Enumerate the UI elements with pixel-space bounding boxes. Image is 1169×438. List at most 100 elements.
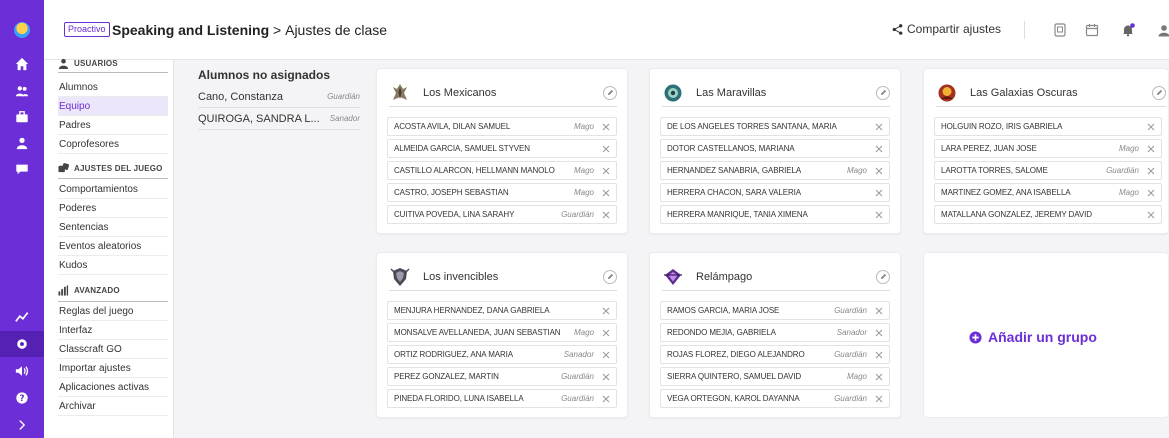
sidebar-item-coprofesores[interactable]: Coprofesores bbox=[58, 135, 168, 154]
group-member-row[interactable]: PEREZ GONZALEZ, MARTIN Guardián bbox=[387, 367, 617, 386]
sidebar-item-poderes[interactable]: Poderes bbox=[58, 199, 168, 218]
sidebar-item-aplicaciones-activas[interactable]: Aplicaciones activas bbox=[58, 378, 168, 397]
group-member-row[interactable]: DE LOS ANGELES TORRES SANTANA, MARIA bbox=[660, 117, 890, 136]
logo-icon[interactable] bbox=[0, 17, 44, 43]
random-event-icon[interactable] bbox=[1052, 22, 1068, 38]
notifications-icon[interactable] bbox=[1120, 22, 1136, 38]
shop-icon[interactable] bbox=[0, 104, 44, 130]
group-name[interactable]: Las Galaxias Oscuras bbox=[970, 87, 1152, 99]
group-name[interactable]: Relámpago bbox=[696, 271, 876, 283]
remove-member-icon[interactable] bbox=[1147, 145, 1155, 153]
group-member-row[interactable]: HERNANDEZ SANABRIA, GABRIELA Mago bbox=[660, 161, 890, 180]
edit-group-button[interactable] bbox=[603, 85, 617, 100]
sidebar-item-kudos[interactable]: Kudos bbox=[58, 256, 168, 275]
edit-group-button[interactable] bbox=[603, 269, 617, 284]
profile-icon[interactable] bbox=[0, 130, 44, 156]
group-member-row[interactable]: RAMOS GARCIA, MARIA JOSE Guardián bbox=[660, 301, 890, 320]
group-member-row[interactable]: CASTRO, JOSEPH SEBASTIAN Mago bbox=[387, 183, 617, 202]
chat-icon[interactable] bbox=[0, 156, 44, 182]
group-member-row[interactable]: MARTINEZ GOMEZ, ANA ISABELLA Mago bbox=[934, 183, 1162, 202]
unassigned-student-row[interactable]: QUIROGA, SANDRA L... Sanador bbox=[198, 108, 360, 130]
sidebar-item-padres[interactable]: Padres bbox=[58, 116, 168, 135]
remove-member-icon[interactable] bbox=[875, 395, 883, 403]
sound-icon[interactable] bbox=[0, 358, 44, 384]
sidebar-item-eventos-aleatorios[interactable]: Eventos aleatorios bbox=[58, 237, 168, 256]
expand-icon[interactable] bbox=[0, 412, 44, 438]
group-member-row[interactable]: CASTILLO ALARCON, HELLMANN MANOLO Mago bbox=[387, 161, 617, 180]
group-member-row[interactable]: REDONDO MEJIA, GABRIELA Sanador bbox=[660, 323, 890, 342]
calendar-icon[interactable] bbox=[1084, 22, 1100, 38]
add-group-button[interactable]: Añadir un grupo bbox=[969, 329, 1097, 345]
help-icon[interactable]: ? bbox=[0, 385, 44, 411]
group-member-row[interactable]: ACOSTA AVILA, DILAN SAMUEL Mago bbox=[387, 117, 617, 136]
sidebar-item-reglas-del-juego[interactable]: Reglas del juego bbox=[58, 302, 168, 321]
sidebar-item-interfaz[interactable]: Interfaz bbox=[58, 321, 168, 340]
share-icon bbox=[892, 23, 903, 35]
remove-member-icon[interactable] bbox=[602, 329, 610, 337]
remove-member-icon[interactable] bbox=[602, 307, 610, 315]
sidebar-item-equipo[interactable]: Equipo bbox=[58, 97, 168, 116]
remove-member-icon[interactable] bbox=[1147, 167, 1155, 175]
sidebar-item-classcraft-go[interactable]: Classcraft GO bbox=[58, 340, 168, 359]
settings-icon[interactable] bbox=[0, 331, 44, 357]
remove-member-icon[interactable] bbox=[875, 189, 883, 197]
remove-member-icon[interactable] bbox=[602, 189, 610, 197]
remove-member-icon[interactable] bbox=[875, 329, 883, 337]
group-member-row[interactable]: VEGA ORTEGON, KAROL DAYANNA Guardián bbox=[660, 389, 890, 408]
remove-member-icon[interactable] bbox=[602, 373, 610, 381]
breadcrumb-course[interactable]: Speaking and Listening bbox=[112, 22, 269, 38]
group-member-row[interactable]: MONSALVE AVELLANEDA, JUAN SEBASTIAN Mago bbox=[387, 323, 617, 342]
remove-member-icon[interactable] bbox=[602, 351, 610, 359]
group-member-row[interactable]: LARA PEREZ, JUAN JOSE Mago bbox=[934, 139, 1162, 158]
group-name[interactable]: Los invencibles bbox=[423, 271, 603, 283]
edit-group-button[interactable] bbox=[1152, 85, 1166, 100]
group-member-row[interactable]: MENJURA HERNANDEZ, DANA GABRIELA bbox=[387, 301, 617, 320]
share-settings-button[interactable]: Compartir ajustes bbox=[892, 22, 1001, 36]
group-member-row[interactable]: MATALLANA GONZALEZ, JEREMY DAVID bbox=[934, 205, 1162, 224]
remove-member-icon[interactable] bbox=[1147, 123, 1155, 131]
group-member-row[interactable]: ALMEIDA GARCIA, SAMUEL STYVEN bbox=[387, 139, 617, 158]
remove-member-icon[interactable] bbox=[602, 395, 610, 403]
group-member-row[interactable]: HOLGUIN ROZO, IRIS GABRIELA bbox=[934, 117, 1162, 136]
remove-member-icon[interactable] bbox=[875, 373, 883, 381]
sidebar-item-comportamientos[interactable]: Comportamientos bbox=[58, 180, 168, 199]
group-member-row[interactable]: DOTOR CASTELLANOS, MARIANA bbox=[660, 139, 890, 158]
remove-member-icon[interactable] bbox=[875, 145, 883, 153]
group-card: Relámpago RAMOS GARCIA, MARIA JOSE Guardi… bbox=[649, 252, 901, 418]
section-divider bbox=[58, 178, 168, 179]
group-member-row[interactable]: HERRERA MANRIQUE, TANIA XIMENA bbox=[660, 205, 890, 224]
edit-group-button[interactable] bbox=[876, 269, 890, 284]
sidebar-item-sentencias[interactable]: Sentencias bbox=[58, 218, 168, 237]
stats-icon[interactable] bbox=[0, 304, 44, 330]
edit-group-button[interactable] bbox=[876, 85, 890, 100]
remove-member-icon[interactable] bbox=[602, 211, 610, 219]
group-member-row[interactable]: LAROTTA TORRES, SALOME Guardián bbox=[934, 161, 1162, 180]
remove-member-icon[interactable] bbox=[1147, 189, 1155, 197]
remove-member-icon[interactable] bbox=[875, 307, 883, 315]
sidebar-item-importar-ajustes[interactable]: Importar ajustes bbox=[58, 359, 168, 378]
sidebar-item-archivar[interactable]: Archivar bbox=[58, 397, 168, 416]
unassigned-student-row[interactable]: Cano, Constanza Guardián bbox=[198, 86, 360, 108]
group-member-row[interactable]: PINEDA FLORIDO, LUNA ISABELLA Guardián bbox=[387, 389, 617, 408]
group-member-row[interactable]: ROJAS FLOREZ, DIEGO ALEJANDRO Guardián bbox=[660, 345, 890, 364]
remove-member-icon[interactable] bbox=[875, 123, 883, 131]
account-icon[interactable] bbox=[1156, 22, 1169, 38]
class-mode-badge[interactable]: Proactivo bbox=[64, 22, 110, 37]
group-card: Las Galaxias Oscuras HOLGUIN ROZO, IRIS … bbox=[923, 68, 1169, 234]
group-member-row[interactable]: SIERRA QUINTERO, SAMUEL DAVID Mago bbox=[660, 367, 890, 386]
group-member-row[interactable]: CUITIVA POVEDA, LINA SARAHY Guardián bbox=[387, 205, 617, 224]
remove-member-icon[interactable] bbox=[875, 211, 883, 219]
remove-member-icon[interactable] bbox=[1147, 211, 1155, 219]
home-icon[interactable] bbox=[0, 51, 44, 77]
group-member-row[interactable]: ORTIZ RODRIGUEZ, ANA MARIA Sanador bbox=[387, 345, 617, 364]
sidebar-item-alumnos[interactable]: Alumnos bbox=[58, 78, 168, 97]
users-icon[interactable] bbox=[0, 78, 44, 104]
group-name[interactable]: Los Mexicanos bbox=[423, 87, 603, 99]
remove-member-icon[interactable] bbox=[602, 145, 610, 153]
remove-member-icon[interactable] bbox=[875, 351, 883, 359]
group-name[interactable]: Las Maravillas bbox=[696, 87, 876, 99]
remove-member-icon[interactable] bbox=[875, 167, 883, 175]
group-member-row[interactable]: HERRERA CHACON, SARA VALERIA bbox=[660, 183, 890, 202]
remove-member-icon[interactable] bbox=[602, 123, 610, 131]
remove-member-icon[interactable] bbox=[602, 167, 610, 175]
